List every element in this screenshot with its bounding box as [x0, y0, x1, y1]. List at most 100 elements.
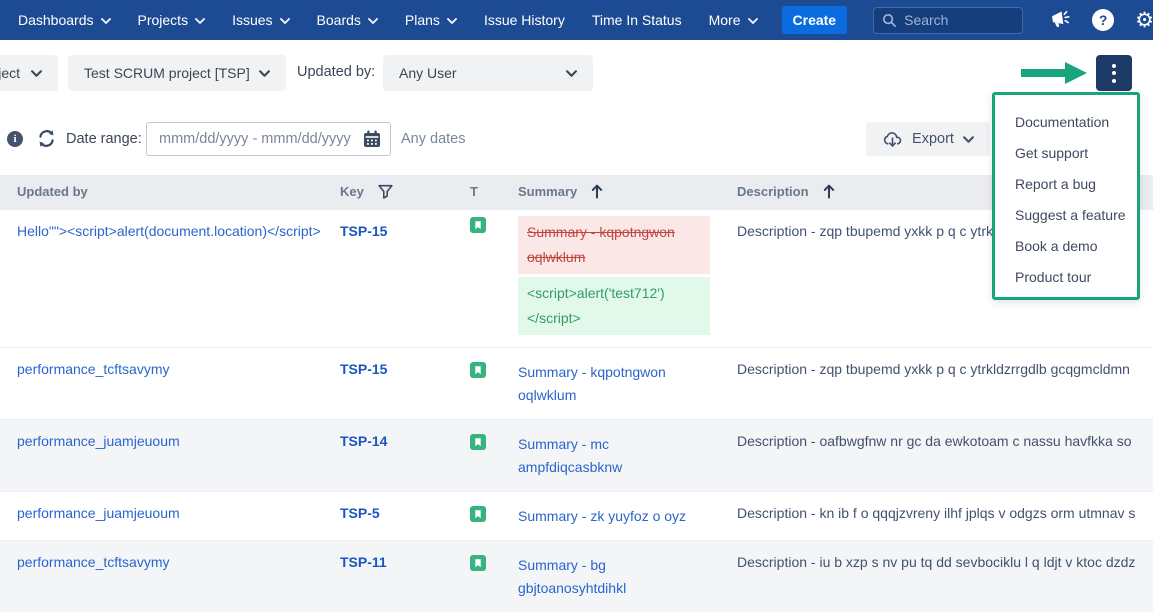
summary-text[interactable]: Summary - zk yuyfoz o oyz — [518, 505, 710, 528]
chevron-down-icon — [280, 18, 290, 24]
updated-by-cell: performance_tcftsavymy — [0, 540, 340, 612]
type-cell — [466, 419, 518, 491]
updated-by-link[interactable]: performance_juamjeuoum — [17, 433, 180, 449]
calendar-icon[interactable] — [362, 129, 382, 154]
search-input[interactable] — [904, 12, 1014, 28]
summary-cell: Summary - bg gbjtoanosyhtdihkl — [518, 540, 736, 612]
updated-by-link[interactable]: performance_tcftsavymy — [17, 361, 170, 377]
sort-ascending-icon[interactable] — [822, 183, 836, 200]
search-box[interactable] — [873, 7, 1023, 34]
table-header-row: Updated by Key T Summary Description — [0, 175, 1153, 209]
sort-ascending-icon[interactable] — [590, 183, 604, 200]
nav-item[interactable]: Dashboards — [18, 12, 111, 28]
story-type-icon — [470, 506, 486, 525]
chevron-down-icon — [101, 18, 111, 24]
menu-item[interactable]: Product tour — [995, 261, 1137, 292]
updated-by-link[interactable]: performance_tcftsavymy — [17, 554, 170, 570]
nav-item[interactable]: Boards — [317, 12, 378, 28]
header-updated-by[interactable]: Updated by — [0, 175, 340, 209]
nav-item[interactable]: Plans — [405, 12, 457, 28]
nav-items: Dashboards Projects Issues Boards Plans … — [18, 12, 758, 28]
chevron-down-icon — [31, 70, 42, 77]
summary-cell: Summary - kqpotngwon oqlwklum — [518, 347, 736, 419]
description-cell: Description - zqp tbupemd yxkk p q c ytr… — [736, 347, 1153, 419]
menu-item-label: Suggest a feature — [1015, 207, 1126, 223]
menu-item[interactable]: Suggest a feature — [995, 199, 1137, 230]
table-row: performance_tcftsavymy TSP-15 Summary - … — [0, 347, 1153, 419]
nav-item-label: Issues — [232, 12, 272, 28]
menu-item-label: Report a bug — [1015, 176, 1096, 192]
menu-item[interactable]: Book a demo — [995, 230, 1137, 261]
chevron-down-icon — [195, 18, 205, 24]
issue-key-link[interactable]: TSP-14 — [340, 433, 387, 449]
header-type[interactable]: T — [466, 175, 518, 209]
help-icon[interactable]: ? — [1092, 9, 1114, 31]
chevron-down-icon — [368, 18, 378, 24]
summary-text[interactable]: Summary - bg gbjtoanosyhtdihkl — [518, 554, 710, 600]
nav-item[interactable]: Time In Status — [592, 12, 682, 28]
description-cell: Description - iu b xzp s nv pu tq dd sev… — [736, 540, 1153, 612]
issue-table-body: Hello""><script>alert(document.location)… — [0, 209, 1153, 612]
date-range-input[interactable] — [146, 122, 391, 156]
nav-icon-cluster: ? ⚙ — [1049, 8, 1153, 32]
any-dates-hint: Any dates — [401, 131, 466, 147]
table-row: performance_juamjeuoum TSP-5 Summary - z… — [0, 491, 1153, 540]
project-selector[interactable]: Test SCRUM project [TSP] — [68, 55, 286, 91]
key-cell: TSP-14 — [340, 419, 466, 491]
menu-item[interactable]: Report a bug — [995, 168, 1137, 199]
create-button[interactable]: Create — [782, 6, 848, 34]
nav-item[interactable]: Issue History — [484, 12, 565, 28]
summary-cell: Summary - mc ampfdiqcasbknw — [518, 419, 736, 491]
chevron-down-icon — [259, 70, 270, 77]
menu-item[interactable]: Get support — [995, 137, 1137, 168]
nav-item-label: Issue History — [484, 12, 565, 28]
summary-text[interactable]: Summary - kqpotngwon oqlwklum<script>ale… — [518, 216, 710, 335]
issue-key-link[interactable]: TSP-15 — [340, 223, 387, 239]
menu-item[interactable]: Documentation — [995, 106, 1137, 137]
summary-removed-diff: Summary - kqpotngwon oqlwklum — [518, 216, 710, 274]
context-menu: Documentation Get support Report a bug S… — [992, 92, 1140, 300]
header-key[interactable]: Key — [340, 175, 466, 209]
date-range-label: Date range: — [66, 131, 142, 147]
nav-item-label: Boards — [317, 12, 361, 28]
menu-item-label: Product tour — [1015, 269, 1091, 285]
refresh-icon[interactable] — [36, 128, 57, 154]
key-cell: TSP-15 — [340, 347, 466, 419]
key-cell: TSP-5 — [340, 491, 466, 540]
export-button[interactable]: Export — [866, 122, 990, 156]
info-icon[interactable]: i — [7, 131, 23, 147]
updated-by-link[interactable]: Hello""><script>alert(document.location)… — [17, 223, 321, 239]
issue-key-link[interactable]: TSP-5 — [340, 505, 380, 521]
nav-item[interactable]: Projects — [138, 12, 206, 28]
annotation-arrow-icon — [1021, 60, 1089, 86]
project-filter-partial-label: ject — [0, 65, 20, 81]
type-cell — [466, 347, 518, 419]
chevron-down-icon — [566, 70, 577, 77]
nav-item[interactable]: More — [709, 12, 758, 28]
updated-by-selector[interactable]: Any User — [383, 55, 593, 91]
app-root: { "nav": { "items": [ {"label": "Dashboa… — [0, 0, 1153, 560]
issue-key-link[interactable]: TSP-11 — [340, 554, 387, 570]
announcements-icon[interactable] — [1049, 9, 1071, 31]
issue-history-table: Updated by Key T Summary Description Hel… — [0, 175, 1153, 612]
project-filter-partial[interactable]: ject — [0, 55, 58, 91]
chevron-down-icon — [447, 18, 457, 24]
filter-funnel-icon[interactable] — [377, 183, 394, 200]
menu-item-label: Documentation — [1015, 114, 1109, 130]
gear-icon[interactable]: ⚙ — [1135, 10, 1153, 31]
header-summary[interactable]: Summary — [518, 175, 736, 209]
summary-text[interactable]: Summary - mc ampfdiqcasbknw — [518, 433, 710, 479]
kebab-menu-button[interactable] — [1096, 55, 1132, 91]
chevron-down-icon — [963, 136, 974, 143]
summary-added-diff: <script>alert('test712') </script> — [518, 277, 710, 335]
updated-by-selector-value: Any User — [399, 65, 457, 81]
updated-by-link[interactable]: performance_juamjeuoum — [17, 505, 180, 521]
chevron-down-icon — [748, 18, 758, 24]
summary-text[interactable]: Summary - kqpotngwon oqlwklum — [518, 361, 710, 407]
description-text: Description - oafbwgfnw nr gc da ewkotoa… — [737, 433, 1132, 449]
updated-by-cell: performance_tcftsavymy — [0, 347, 340, 419]
description-cell: Description - oafbwgfnw nr gc da ewkotoa… — [736, 419, 1153, 491]
nav-item[interactable]: Issues — [232, 12, 289, 28]
top-navbar: Dashboards Projects Issues Boards Plans … — [0, 0, 1153, 40]
issue-key-link[interactable]: TSP-15 — [340, 361, 387, 377]
